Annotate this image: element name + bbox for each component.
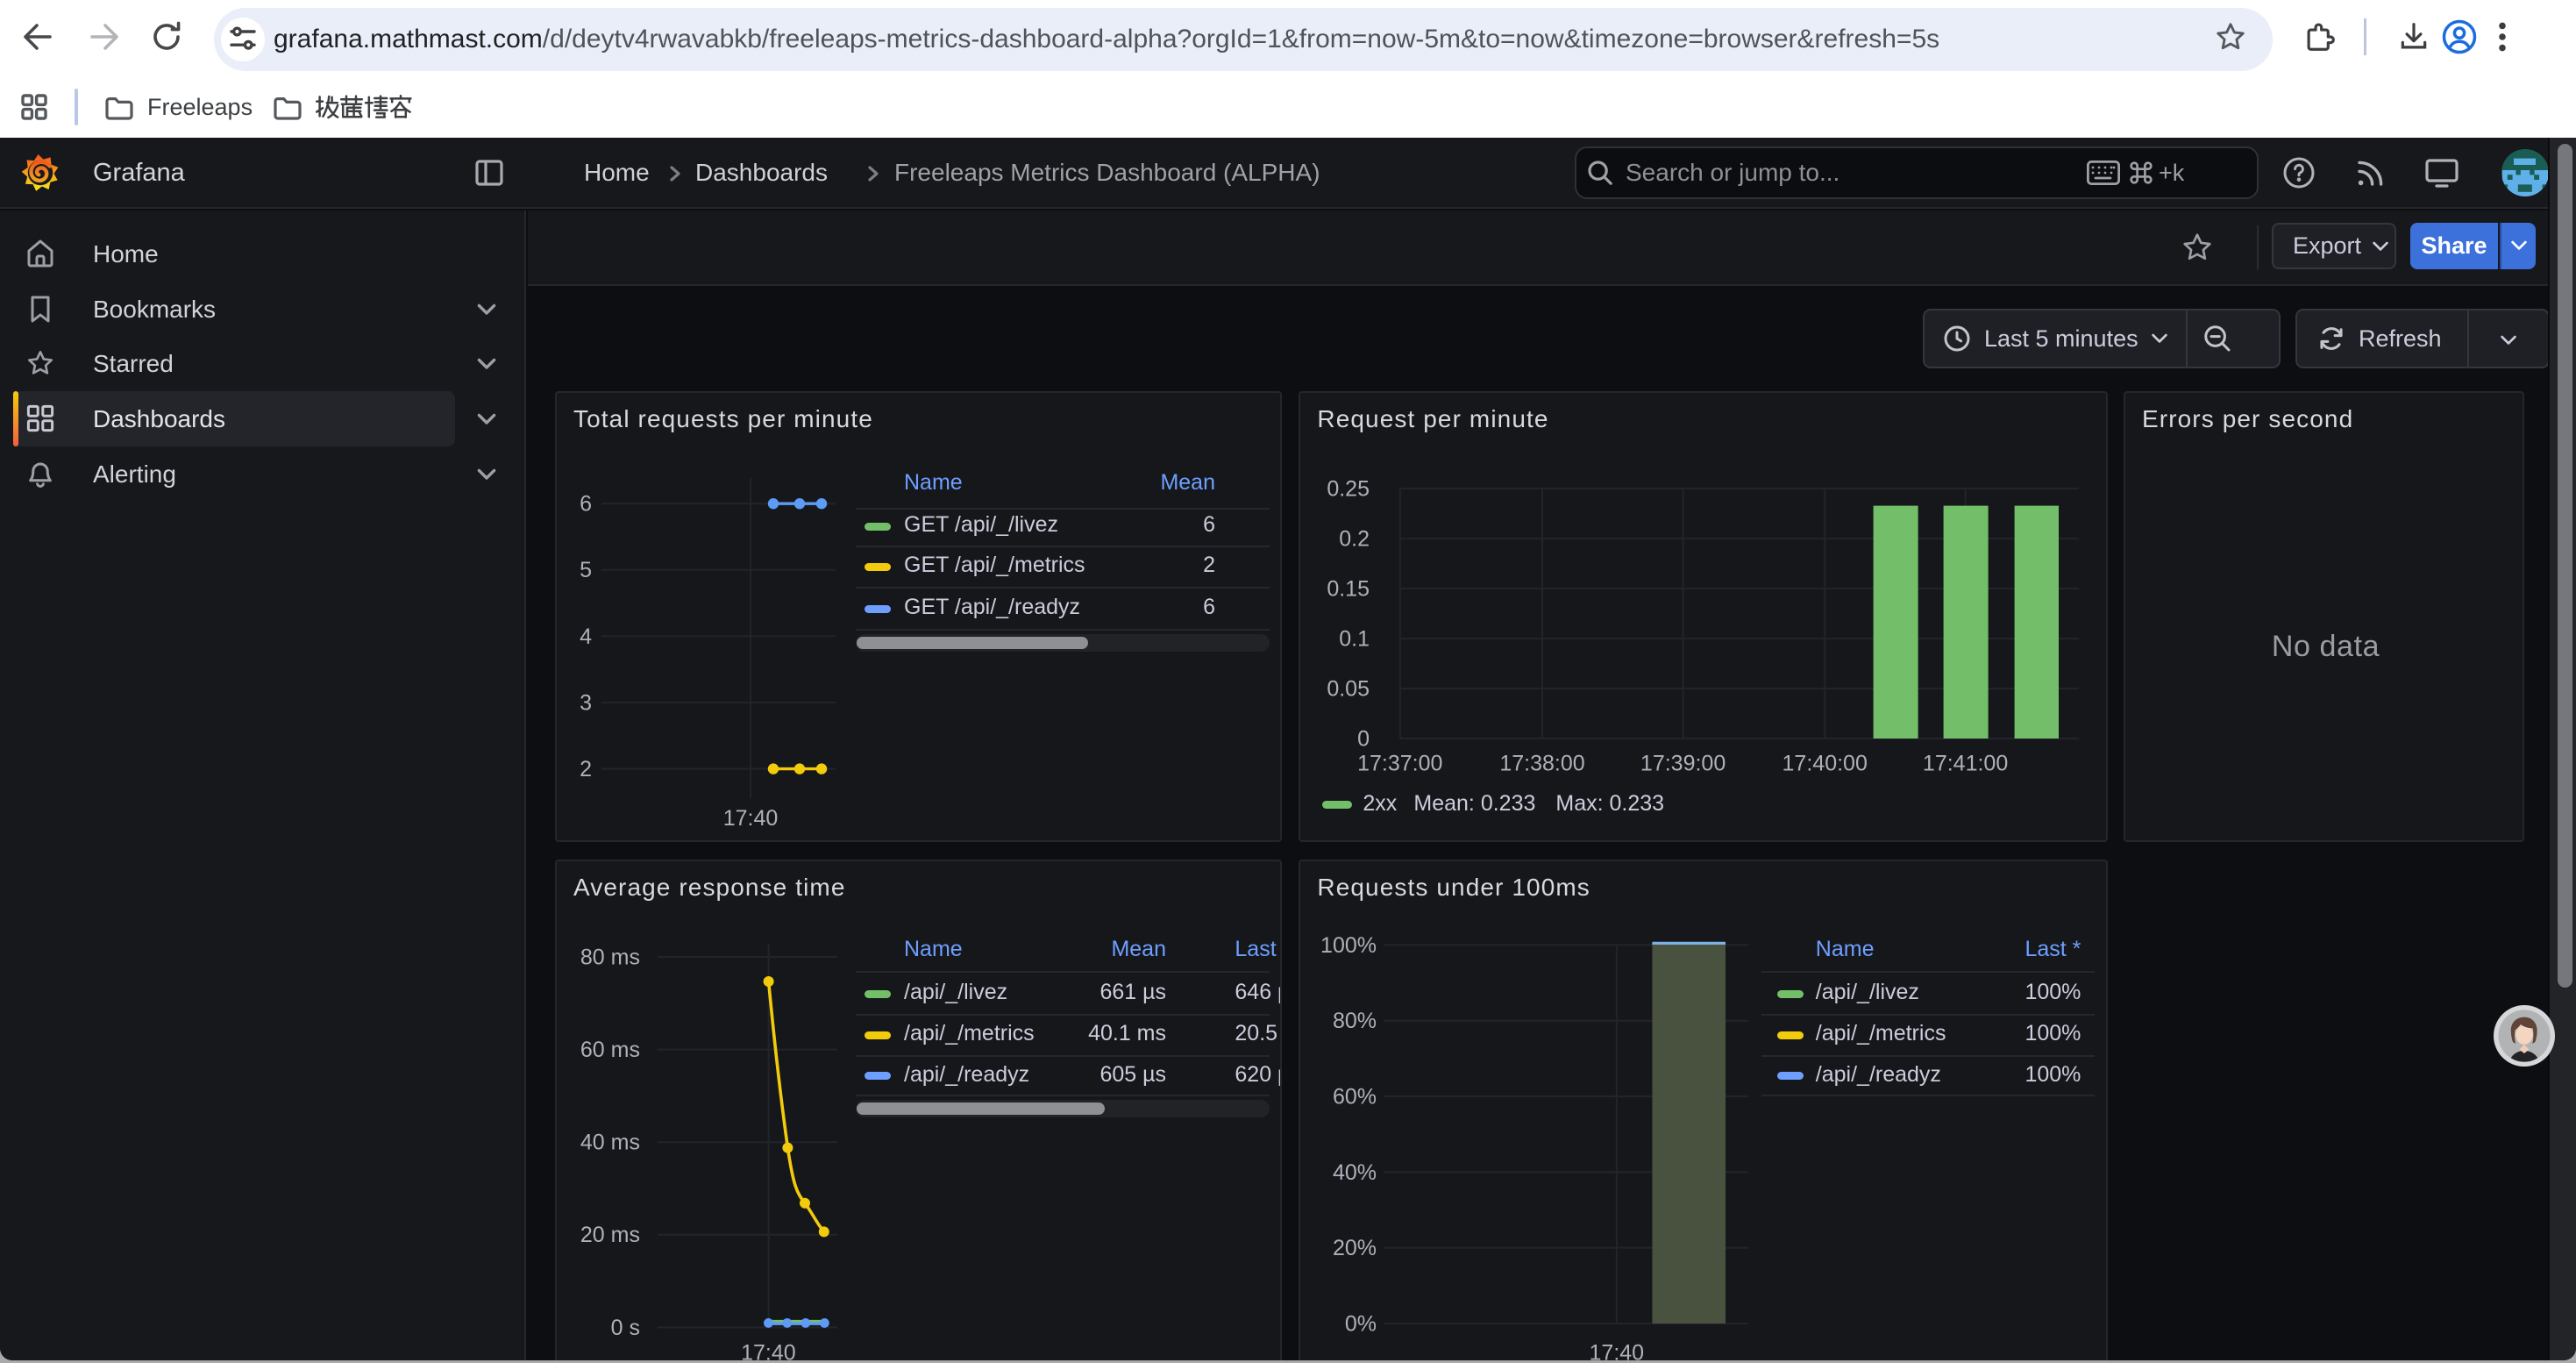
svg-text:4: 4 xyxy=(580,624,592,649)
svg-text:2: 2 xyxy=(580,757,592,781)
svg-text:80 ms: 80 ms xyxy=(580,945,640,969)
svg-text:17:41:00: 17:41:00 xyxy=(1923,752,2008,776)
svg-text:100%: 100% xyxy=(1320,933,1377,958)
svg-text:17:40: 17:40 xyxy=(741,1340,796,1360)
svg-text:20 ms: 20 ms xyxy=(580,1223,640,1247)
svg-text:60 ms: 60 ms xyxy=(580,1038,640,1062)
svg-text:5: 5 xyxy=(580,558,592,582)
svg-text:0%: 0% xyxy=(1345,1311,1377,1336)
svg-text:17:40: 17:40 xyxy=(723,806,779,831)
svg-text:0.15: 0.15 xyxy=(1327,576,1370,601)
svg-text:40%: 40% xyxy=(1333,1160,1377,1185)
svg-text:0: 0 xyxy=(1357,726,1370,751)
svg-text:60%: 60% xyxy=(1333,1084,1377,1109)
svg-text:40 ms: 40 ms xyxy=(580,1131,640,1155)
svg-text:0.1: 0.1 xyxy=(1340,626,1370,651)
svg-text:6: 6 xyxy=(580,492,592,517)
svg-text:3: 3 xyxy=(580,690,592,715)
svg-text:17:38:00: 17:38:00 xyxy=(1500,752,1585,776)
svg-text:80%: 80% xyxy=(1333,1009,1377,1033)
svg-text:0.05: 0.05 xyxy=(1327,676,1370,701)
svg-text:0 s: 0 s xyxy=(611,1316,640,1340)
svg-text:17:40: 17:40 xyxy=(1590,1340,1645,1360)
svg-text:17:39:00: 17:39:00 xyxy=(1640,752,1726,776)
svg-text:0.2: 0.2 xyxy=(1340,526,1370,551)
svg-text:0.25: 0.25 xyxy=(1327,476,1370,501)
svg-text:20%: 20% xyxy=(1333,1236,1377,1260)
svg-text:17:40:00: 17:40:00 xyxy=(1783,752,1868,776)
svg-text:17:37:00: 17:37:00 xyxy=(1358,752,1443,776)
